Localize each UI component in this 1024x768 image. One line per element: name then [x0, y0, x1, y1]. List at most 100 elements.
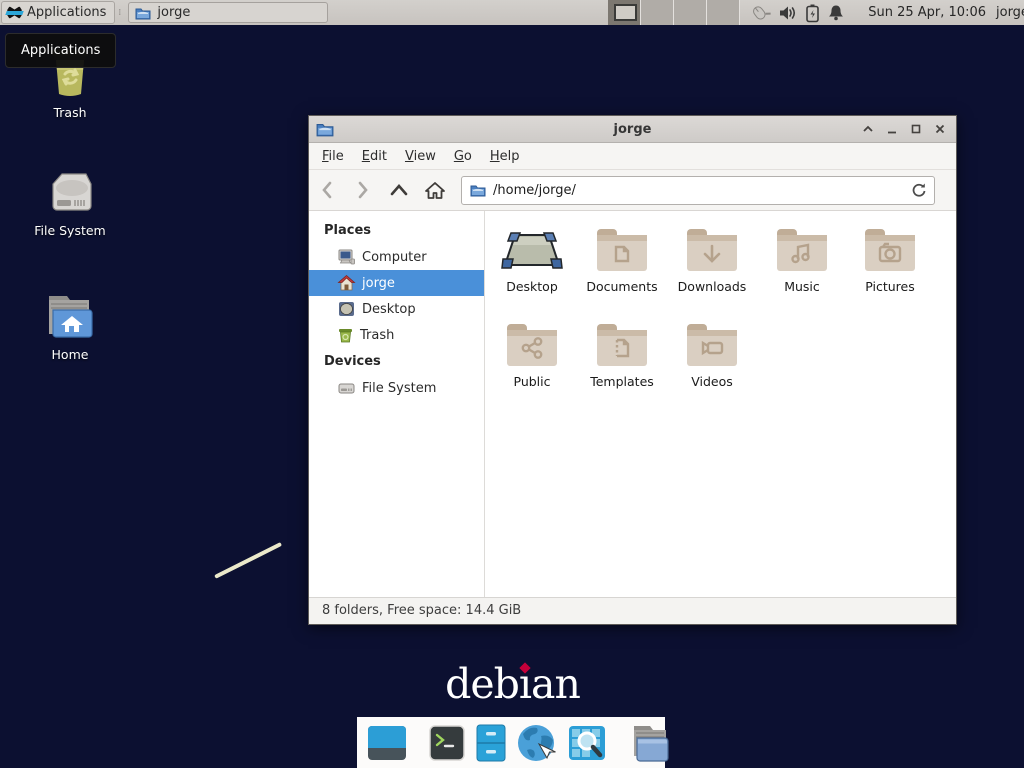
drive-icon: [338, 381, 355, 395]
documents-folder-icon: [577, 221, 667, 273]
menu-go[interactable]: Go: [445, 145, 481, 168]
reload-icon[interactable]: [911, 182, 926, 198]
file-item-templates[interactable]: Templates: [577, 316, 667, 389]
menu-help[interactable]: Help: [481, 145, 529, 168]
close-button[interactable]: [934, 123, 946, 135]
file-item-pictures[interactable]: Pictures: [845, 221, 935, 294]
app-finder-launcher[interactable]: [568, 725, 606, 761]
sidebar-item-trash[interactable]: Trash: [309, 322, 484, 348]
sidebar-item-label: jorge: [362, 276, 395, 291]
top-panel: Applications ⁞ jorge: [0, 0, 1024, 25]
trash-small-icon: [338, 327, 353, 343]
sidebar-item-label: File System: [362, 381, 436, 396]
desktop-place-icon: [338, 301, 355, 317]
window-title: jorge: [309, 122, 956, 137]
sidebar: Places Computer jorge: [309, 211, 485, 597]
mouse-tray-icon[interactable]: [750, 4, 770, 22]
volume-icon[interactable]: [779, 5, 797, 21]
file-item-music[interactable]: Music: [757, 221, 847, 294]
menu-view[interactable]: View: [396, 145, 445, 168]
desktop-icon-label: File System: [28, 223, 112, 238]
file-cabinet-launcher[interactable]: [476, 724, 506, 762]
workspace-window-thumb: [614, 4, 637, 21]
file-item-desktop[interactable]: Desktop: [487, 221, 577, 294]
desktop-icon-label: Home: [28, 347, 112, 362]
taskbar-window-button[interactable]: jorge: [128, 2, 328, 23]
file-item-label: Videos: [667, 374, 757, 389]
desktop-icon-home[interactable]: Home: [28, 292, 112, 362]
taskbar-window-label: jorge: [157, 5, 190, 20]
sidebar-item-desktop[interactable]: Desktop: [309, 296, 484, 322]
debian-logo: debıan: [440, 660, 585, 708]
location-bar[interactable]: /home/jorge/: [461, 176, 935, 205]
web-browser-globe-icon: [517, 724, 557, 762]
sidebar-item-jorge[interactable]: jorge: [309, 270, 484, 296]
file-item-documents[interactable]: Documents: [577, 221, 667, 294]
file-item-label: Music: [757, 279, 847, 294]
window-titlebar[interactable]: jorge: [309, 116, 956, 143]
workspace-3[interactable]: [674, 0, 707, 25]
home-icon: [338, 275, 355, 291]
music-folder-icon: [757, 221, 847, 273]
pictures-folder-icon: [845, 221, 935, 273]
workspace-2[interactable]: [641, 0, 674, 25]
file-item-label: Downloads: [667, 279, 757, 294]
terminal-icon: [429, 725, 465, 761]
desktop-paint-stroke: [214, 542, 282, 579]
workspace-1[interactable]: [608, 0, 641, 25]
folder-icon: [135, 6, 151, 20]
back-button[interactable]: [309, 175, 345, 205]
terminal-launcher[interactable]: [429, 725, 465, 761]
system-tray: [750, 0, 844, 25]
sidebar-item-computer[interactable]: Computer: [309, 244, 484, 270]
forward-button[interactable]: [345, 175, 381, 205]
panel-clock[interactable]: Sun 25 Apr, 10:06: [860, 0, 986, 25]
desktop-icon-file-system[interactable]: File System: [28, 170, 112, 238]
minimize-button[interactable]: [886, 123, 898, 135]
file-item-label: Documents: [577, 279, 667, 294]
desktop-icon-label: Trash: [28, 105, 112, 120]
show-desktop-icon: [367, 725, 407, 761]
statusbar: 8 folders, Free space: 14.4 GiB: [309, 597, 956, 624]
sidebar-item-label: Computer: [362, 250, 427, 265]
applications-menu-button[interactable]: Applications: [1, 1, 115, 24]
shade-button[interactable]: [862, 123, 874, 135]
file-item-public[interactable]: Public: [487, 316, 577, 389]
file-item-label: Public: [487, 374, 577, 389]
public-folder-icon: [487, 316, 577, 368]
up-button[interactable]: [381, 175, 417, 205]
file-cabinet-icon: [476, 724, 506, 762]
dock: [357, 717, 665, 768]
show-desktop-button[interactable]: [367, 725, 407, 761]
workspace-switcher[interactable]: [608, 0, 740, 25]
home-button[interactable]: [417, 175, 453, 205]
web-browser-launcher[interactable]: [517, 724, 557, 762]
home-folder-icon: [28, 292, 112, 342]
file-manager-launcher[interactable]: [628, 724, 672, 762]
hard-drive-icon: [28, 170, 112, 218]
videos-folder-icon: [667, 316, 757, 368]
menu-edit[interactable]: Edit: [353, 145, 396, 168]
toolbar: /home/jorge/: [309, 170, 956, 211]
notifications-bell-icon[interactable]: [828, 4, 844, 21]
path-input[interactable]: /home/jorge/: [493, 183, 904, 198]
battery-charging-icon[interactable]: [806, 4, 819, 22]
file-list-pane[interactable]: Desktop Documents: [485, 211, 956, 597]
debian-logo-text: deb: [445, 660, 519, 708]
file-manager-window: jorge File Edit View Go Help: [308, 115, 957, 625]
sidebar-item-file-system[interactable]: File System: [309, 375, 484, 401]
templates-folder-icon: [577, 316, 667, 368]
file-item-label: Templates: [577, 374, 667, 389]
file-item-label: Desktop: [487, 279, 577, 294]
desktop-special-icon: [487, 221, 577, 273]
panel-username[interactable]: jorge: [996, 0, 1024, 25]
sidebar-item-label: Trash: [360, 328, 394, 343]
maximize-button[interactable]: [910, 123, 922, 135]
menubar: File Edit View Go Help: [309, 143, 956, 170]
file-item-videos[interactable]: Videos: [667, 316, 757, 389]
workspace-4[interactable]: [707, 0, 740, 25]
menu-file[interactable]: File: [313, 145, 353, 168]
path-folder-icon: [470, 183, 486, 197]
file-item-downloads[interactable]: Downloads: [667, 221, 757, 294]
file-item-label: Pictures: [845, 279, 935, 294]
